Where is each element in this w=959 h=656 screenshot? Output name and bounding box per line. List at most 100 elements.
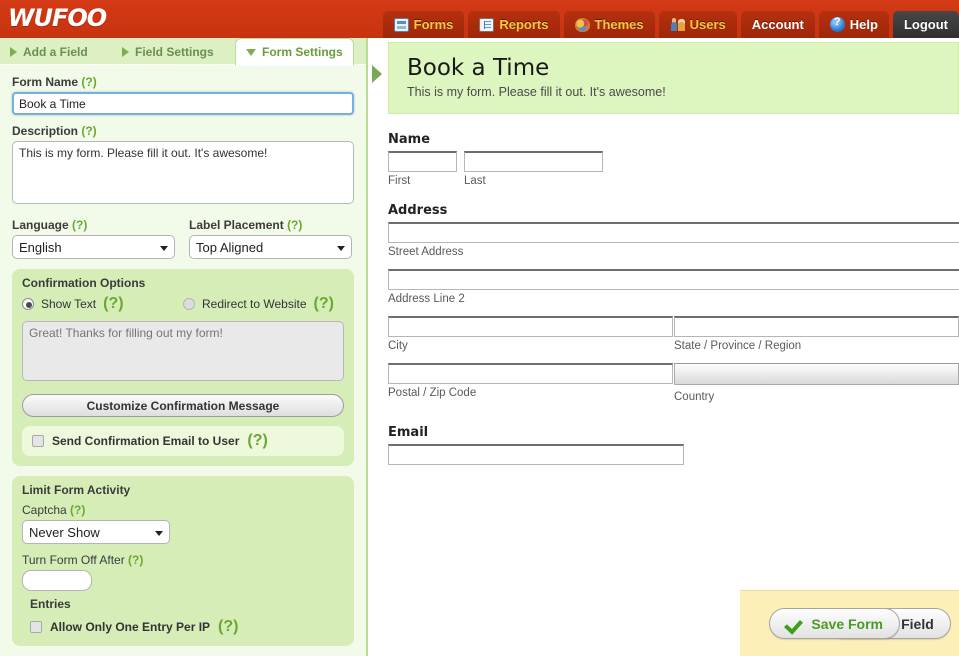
allow-one-entry-checkbox[interactable] <box>30 621 42 633</box>
form-name-input[interactable] <box>12 92 354 115</box>
save-form-label: Save Form <box>811 615 883 632</box>
postal-code-input[interactable] <box>388 363 673 385</box>
country-select[interactable] <box>674 363 959 386</box>
name-first-sublabel: First <box>388 175 411 188</box>
captcha-label: Captcha (?) <box>22 503 344 517</box>
preview-field-email: Email <box>388 425 959 466</box>
captcha-help-icon[interactable]: (?) <box>70 503 85 517</box>
help-icon <box>829 16 845 32</box>
label-placement-group: Label Placement (?) Top Aligned <box>189 218 352 259</box>
redirect-help-icon[interactable]: (?) <box>314 295 334 313</box>
redirect-option[interactable]: Redirect to Website (?) <box>183 295 344 313</box>
preview-field-address-label: Address <box>388 203 448 219</box>
label-placement-help-icon[interactable]: (?) <box>287 218 302 232</box>
captcha-label-text: Captcha <box>22 503 67 517</box>
description-help-icon[interactable]: (?) <box>81 124 96 138</box>
postal-country-row: Postal / Zip Code Country <box>388 363 959 403</box>
language-help-icon[interactable]: (?) <box>72 218 87 232</box>
chevron-down-icon <box>246 48 256 56</box>
redirect-radio[interactable] <box>183 298 195 310</box>
builder-tab-strip: Add a Field Field Settings Form Settings <box>0 38 366 66</box>
form-name-label-text: Form Name <box>12 75 79 89</box>
label-placement-label: Label Placement (?) <box>189 218 352 232</box>
nav-tab-forms[interactable]: Forms <box>382 11 465 38</box>
street-address-sublabel: Street Address <box>388 246 464 259</box>
preview-footer: Add Field Save Form <box>740 590 959 656</box>
form-settings-panel: Add a Field Field Settings Form Settings… <box>0 38 368 656</box>
nav-tab-reports[interactable]: Reports <box>468 11 560 38</box>
nav-tab-logout[interactable]: Logout <box>892 11 959 38</box>
checkmark-icon <box>786 617 803 631</box>
nav-tab-logout-label: Logout <box>903 17 948 32</box>
city-input[interactable] <box>388 316 673 338</box>
allow-one-entry-help-icon[interactable]: (?) <box>218 618 238 636</box>
allow-one-entry-row[interactable]: Allow Only One Entry Per IP (?) <box>30 618 344 636</box>
language-label: Language (?) <box>12 218 175 232</box>
reports-icon <box>479 17 495 32</box>
confirmation-message-textarea[interactable] <box>22 321 344 381</box>
tab-form-settings-label: Form Settings <box>262 45 343 59</box>
tab-form-settings[interactable]: Form Settings <box>235 38 354 66</box>
send-confirmation-email-label: Send Confirmation Email to User <box>52 434 240 448</box>
language-placement-row: Language (?) English Label Placement (?)… <box>12 218 354 259</box>
form-settings-body: Form Name (?) Description (?) This is my… <box>0 65 366 656</box>
confirmation-radio-row: Show Text (?) Redirect to Website (?) <box>22 295 344 313</box>
customize-confirmation-message-button[interactable]: Customize Confirmation Message <box>22 394 344 417</box>
nav-tab-help-label: Help <box>849 17 878 32</box>
top-bar: WUFOO Forms Reports Themes Users Account… <box>0 0 959 38</box>
wufoo-logo[interactable]: WUFOO <box>8 4 107 32</box>
address-line-2-input[interactable] <box>388 269 959 291</box>
turn-form-off-label-text: Turn Form Off After <box>22 553 125 567</box>
preview-description: This is my form. Please fill it out. It'… <box>407 85 666 100</box>
form-name-help-icon[interactable]: (?) <box>81 75 96 89</box>
chevron-right-icon <box>10 46 17 57</box>
description-textarea[interactable]: This is my form. Please fill it out. It'… <box>12 141 354 204</box>
preview-title: Book a Time <box>407 55 550 81</box>
language-label-text: Language <box>12 218 69 232</box>
label-placement-label-text: Label Placement <box>189 218 284 232</box>
limit-form-activity-title: Limit Form Activity <box>22 483 131 497</box>
send-confirmation-email-help-icon[interactable]: (?) <box>247 432 267 450</box>
forms-icon <box>393 17 409 32</box>
form-preview-panel: Book a Time This is my form. Please fill… <box>370 38 959 656</box>
description-label-text: Description <box>12 124 79 138</box>
save-form-button[interactable]: Save Form <box>769 608 900 639</box>
chevron-right-icon <box>122 46 129 57</box>
name-last-sublabel: Last <box>464 175 486 188</box>
email-input[interactable] <box>388 444 684 466</box>
street-address-input[interactable] <box>388 222 959 244</box>
nav-tab-account[interactable]: Account <box>740 11 815 38</box>
city-state-row: City State / Province / Region <box>388 316 959 352</box>
nav-tab-reports-label: Reports <box>499 17 549 32</box>
tab-field-settings[interactable]: Field Settings <box>112 38 224 65</box>
show-text-radio[interactable] <box>22 298 34 310</box>
name-last-input[interactable] <box>464 151 603 173</box>
preview-field-name-label: Name <box>388 132 431 148</box>
turn-form-off-input[interactable] <box>22 570 92 591</box>
main-nav: Forms Reports Themes Users Account Help … <box>382 6 959 38</box>
nav-tab-users[interactable]: Users <box>658 11 737 38</box>
show-text-option[interactable]: Show Text (?) <box>22 295 183 313</box>
label-placement-select[interactable]: Top Aligned <box>189 235 352 259</box>
nav-tab-help[interactable]: Help <box>818 11 889 38</box>
captcha-select-value: Never Show <box>29 524 100 540</box>
show-text-help-icon[interactable]: (?) <box>103 295 123 313</box>
name-inputs-row: First Last <box>388 151 959 187</box>
tab-add-a-field[interactable]: Add a Field <box>0 38 98 65</box>
postal-code-sublabel: Postal / Zip Code <box>388 387 477 400</box>
captcha-select[interactable]: Never Show <box>22 520 170 544</box>
customize-confirmation-message-label: Customize Confirmation Message <box>86 398 280 413</box>
users-icon <box>670 18 685 32</box>
turn-form-off-help-icon[interactable]: (?) <box>128 553 143 567</box>
preview-fields: Name First Last Address Street Address A… <box>370 114 959 466</box>
nav-tab-themes[interactable]: Themes <box>563 11 655 38</box>
send-confirmation-email-checkbox[interactable] <box>32 435 44 447</box>
send-confirmation-email-row[interactable]: Send Confirmation Email to User (?) <box>22 426 344 456</box>
state-input[interactable] <box>674 316 959 338</box>
description-label: Description (?) <box>12 124 354 138</box>
redirect-label: Redirect to Website <box>202 297 307 311</box>
nav-tab-forms-label: Forms <box>413 17 454 32</box>
tab-add-a-field-label: Add a Field <box>23 44 88 59</box>
language-select[interactable]: English <box>12 235 175 259</box>
name-first-input[interactable] <box>388 151 457 173</box>
